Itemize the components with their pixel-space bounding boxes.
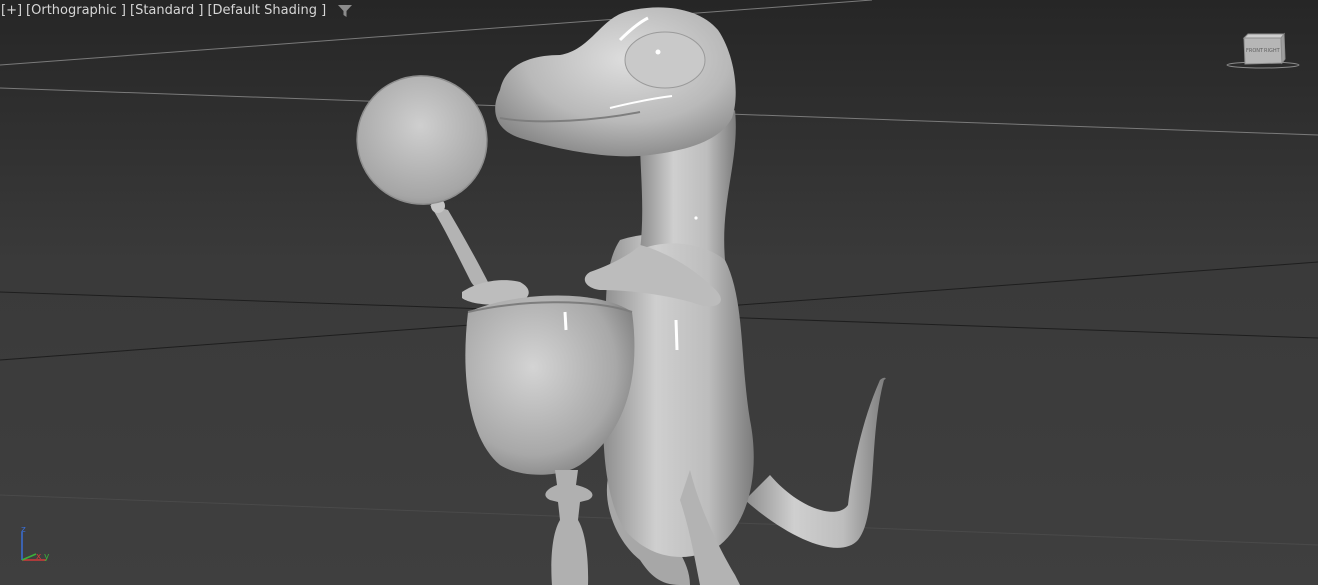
dinosaur-head bbox=[495, 7, 736, 157]
mirror-disc bbox=[356, 75, 488, 205]
viewport-label: [+] [Orthographic ] [Standard ] [Default… bbox=[1, 2, 353, 20]
viewcube[interactable]: FRONT RIGHT bbox=[1226, 30, 1300, 72]
perspective-viewport[interactable]: [+] [Orthographic ] [Standard ] [Default… bbox=[0, 0, 1318, 585]
dinosaur-tail bbox=[745, 377, 886, 548]
viewport-style-menu[interactable]: [Standard ] bbox=[130, 3, 203, 19]
viewport-menu-plus[interactable]: [+] bbox=[1, 3, 22, 19]
x-axis-label: x bbox=[36, 552, 42, 562]
viewcube-right-label[interactable]: RIGHT bbox=[1264, 48, 1281, 54]
mirror-handle bbox=[430, 205, 490, 290]
z-axis-label: z bbox=[21, 526, 26, 535]
funnel-icon[interactable] bbox=[338, 4, 353, 18]
glass-stem bbox=[545, 470, 593, 585]
y-axis-label: y bbox=[44, 552, 50, 562]
y-axis-line bbox=[21, 553, 37, 561]
dinosaur-eye bbox=[624, 31, 706, 89]
viewport-view-menu[interactable]: [Orthographic ] bbox=[26, 3, 126, 19]
3d-scene[interactable] bbox=[0, 0, 1318, 585]
viewport-shading-menu[interactable]: [Default Shading ] bbox=[207, 3, 326, 19]
viewcube-front-label[interactable]: FRONT bbox=[1246, 48, 1264, 54]
axis-tripod: z x y bbox=[21, 526, 50, 562]
